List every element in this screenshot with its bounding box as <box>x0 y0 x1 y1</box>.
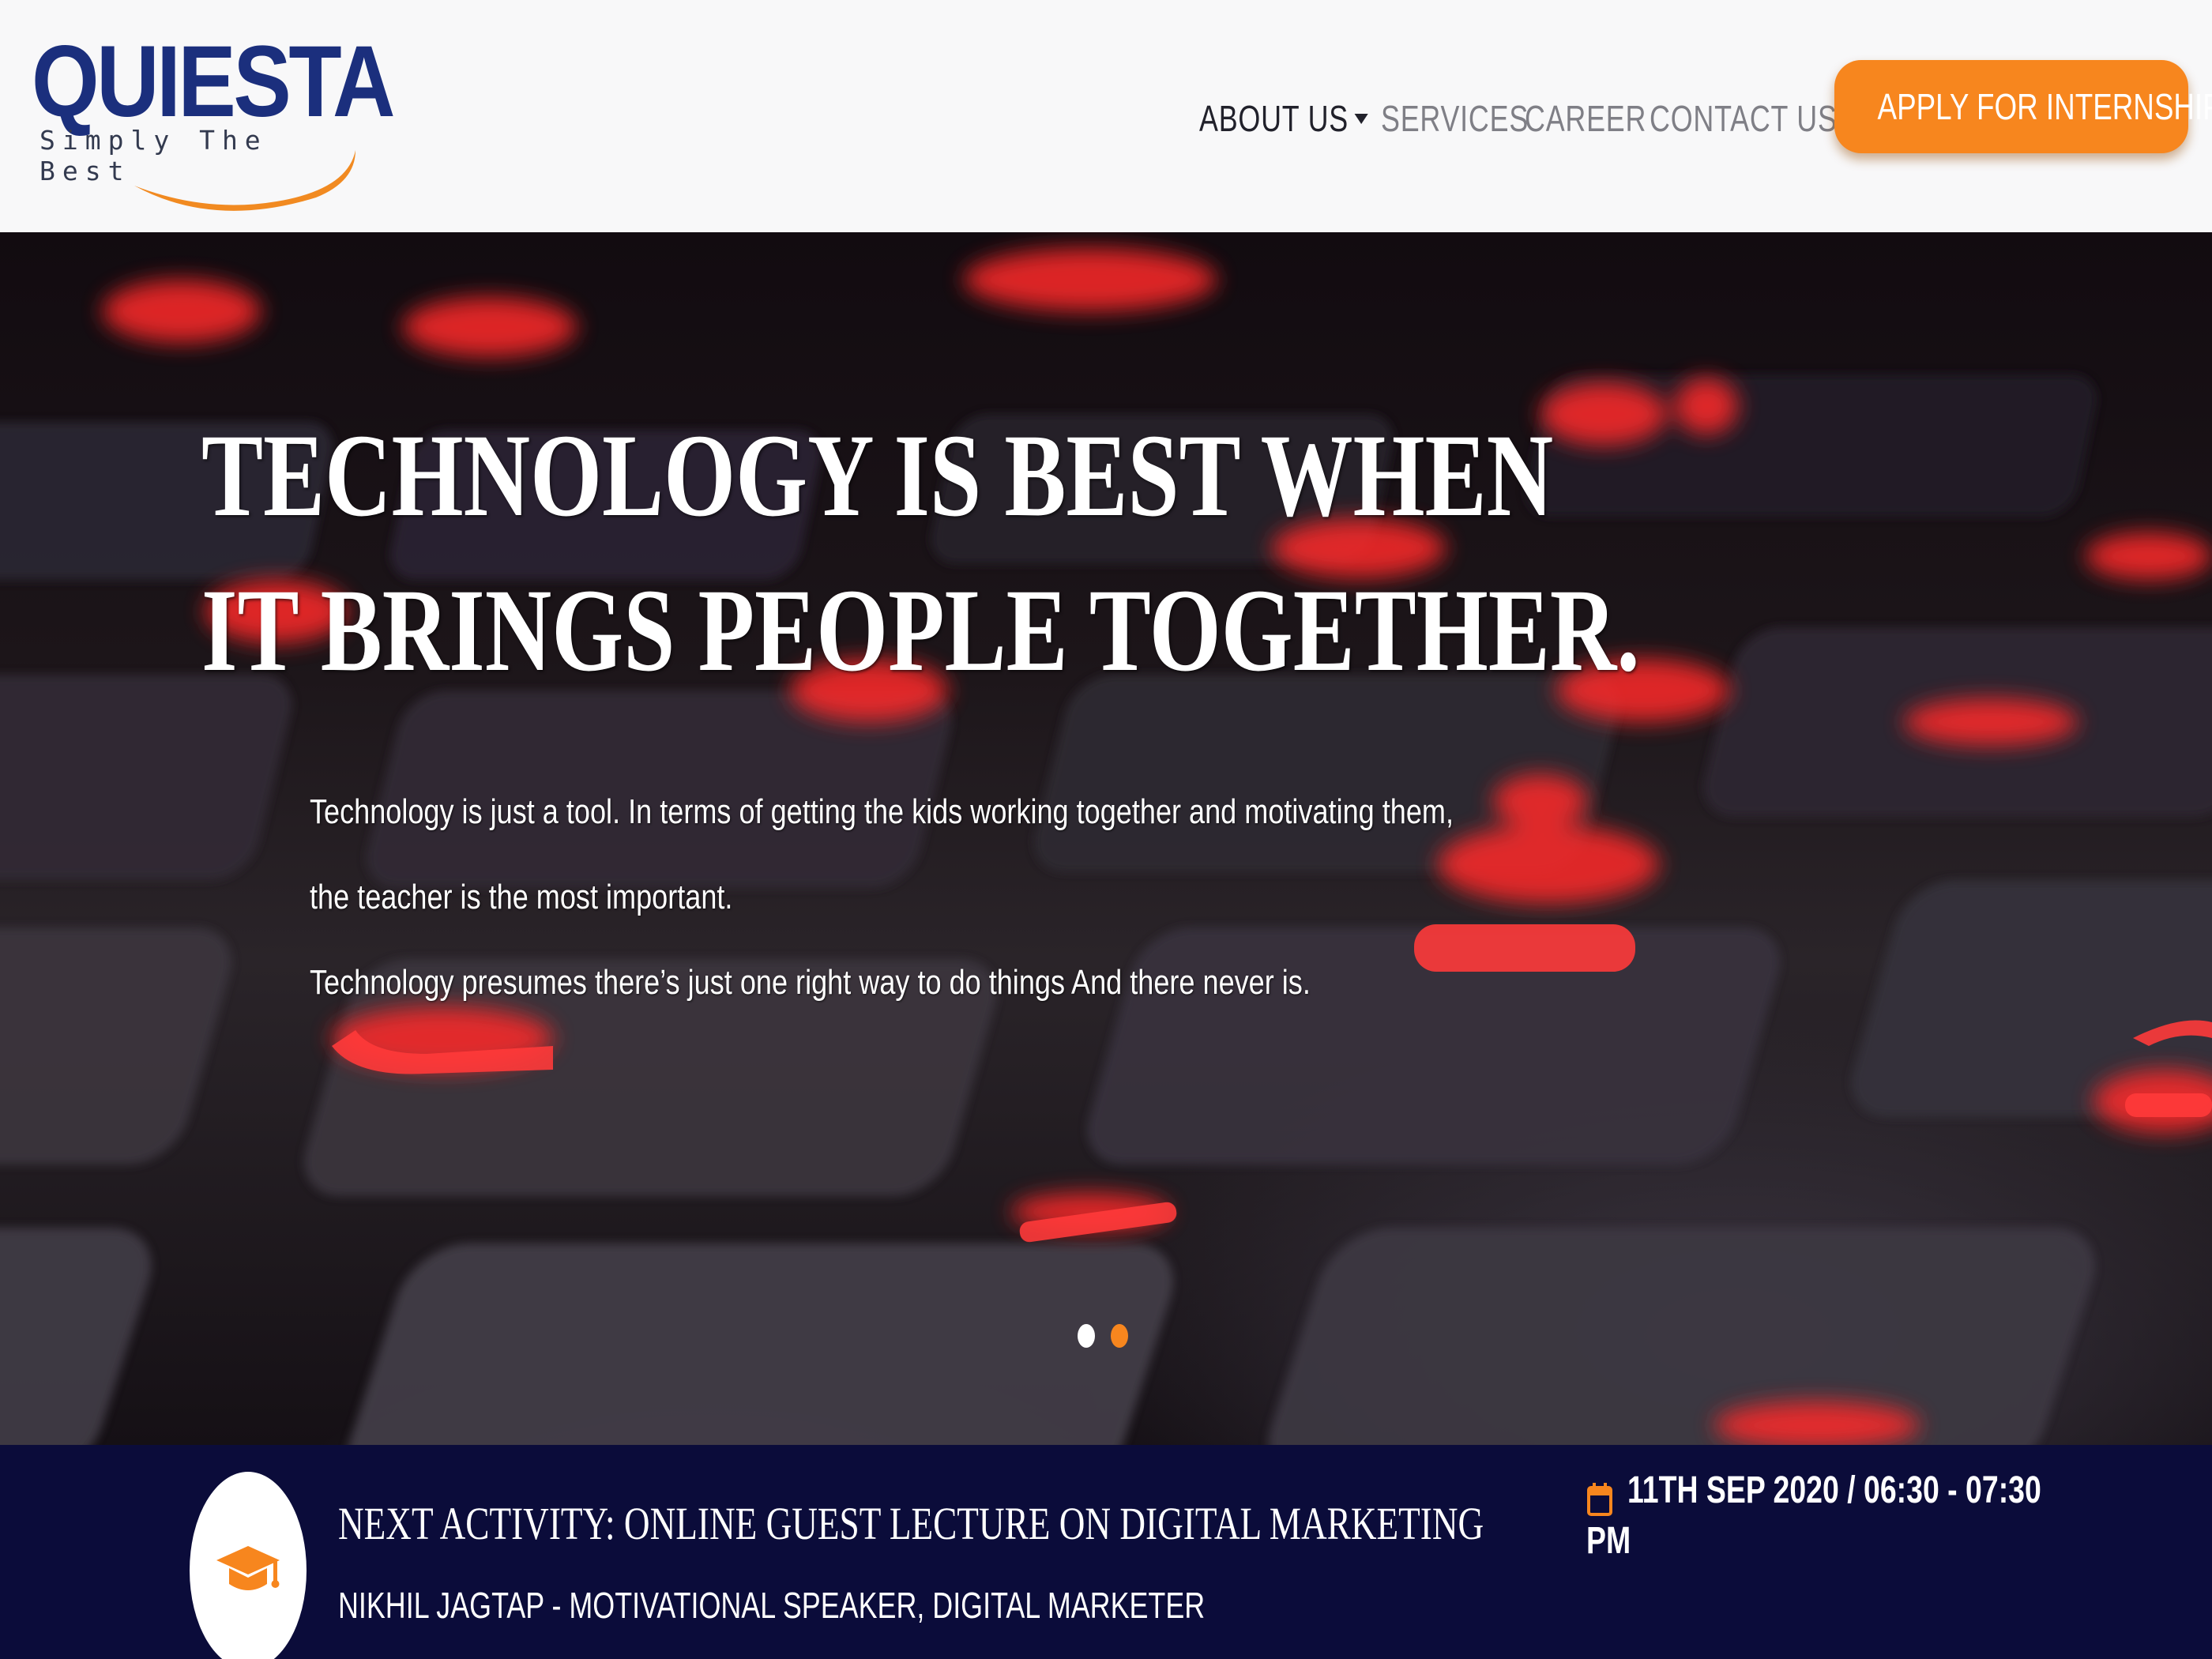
carousel-dot-1[interactable] <box>1078 1324 1095 1348</box>
nav-career[interactable]: CAREER <box>1525 87 1646 150</box>
graduation-cap-icon <box>216 1546 280 1590</box>
hero-quote-line-2: the teacher is the most important. <box>310 878 733 916</box>
hero-headline-line-2: IT BRINGS PEOPLE TOGETHER. <box>201 565 1640 696</box>
hero-headline: TECHNOLOGY IS BEST WHEN IT BRINGS PEOPLE… <box>201 398 1640 708</box>
hero-quote-line-1: Technology is just a tool. In terms of g… <box>310 792 1454 831</box>
apply-for-internship-button[interactable]: APPLY FOR INTERNSHIP <box>1834 60 2212 153</box>
site-header: QUIESTA Simply The Best ABOUT US SERVICE… <box>0 0 2212 232</box>
nav-services[interactable]: SERVICES <box>1381 87 1529 150</box>
hero-quote-line-3: Technology presumes there’s just one rig… <box>310 963 1311 1002</box>
activity-date-text: 11TH SEP 2020 / 06:30 - 07:30 <box>1627 1469 2041 1511</box>
quiesta-logo[interactable]: QUIESTA Simply The Best <box>32 32 395 211</box>
chevron-down-icon <box>1354 114 1368 125</box>
hero-carousel: TECHNOLOGY IS BEST WHEN IT BRINGS PEOPLE… <box>0 232 2212 1445</box>
activity-date-text-pm: PM <box>1586 1520 1631 1562</box>
next-activity-bar: NEXT ACTIVITY: ONLINE GUEST LECTURE ON D… <box>0 1445 2212 1659</box>
activity-title[interactable]: NEXT ACTIVITY: ONLINE GUEST LECTURE ON D… <box>338 1492 1484 1556</box>
nav-about-us[interactable]: ABOUT US <box>1199 87 1368 150</box>
logo-swoosh-icon <box>134 150 356 211</box>
hero-quote: Technology is just a tool. In terms of g… <box>310 769 1454 1025</box>
logo-wordmark: QUIESTA <box>32 25 395 138</box>
hero-headline-line-1: TECHNOLOGY IS BEST WHEN <box>201 410 1554 541</box>
activity-speaker: NIKHIL JAGTAP - MOTIVATIONAL SPEAKER, DI… <box>338 1585 1206 1626</box>
nav-contact-us[interactable]: CONTACT US <box>1650 87 1838 150</box>
activity-badge <box>190 1472 307 1659</box>
carousel-dot-2-active[interactable] <box>1111 1324 1128 1348</box>
calendar-icon <box>1587 1483 1612 1516</box>
nav-about-us-label: ABOUT US <box>1199 98 1349 139</box>
apply-button-label: APPLY FOR INTERNSHIP <box>1877 86 2212 127</box>
